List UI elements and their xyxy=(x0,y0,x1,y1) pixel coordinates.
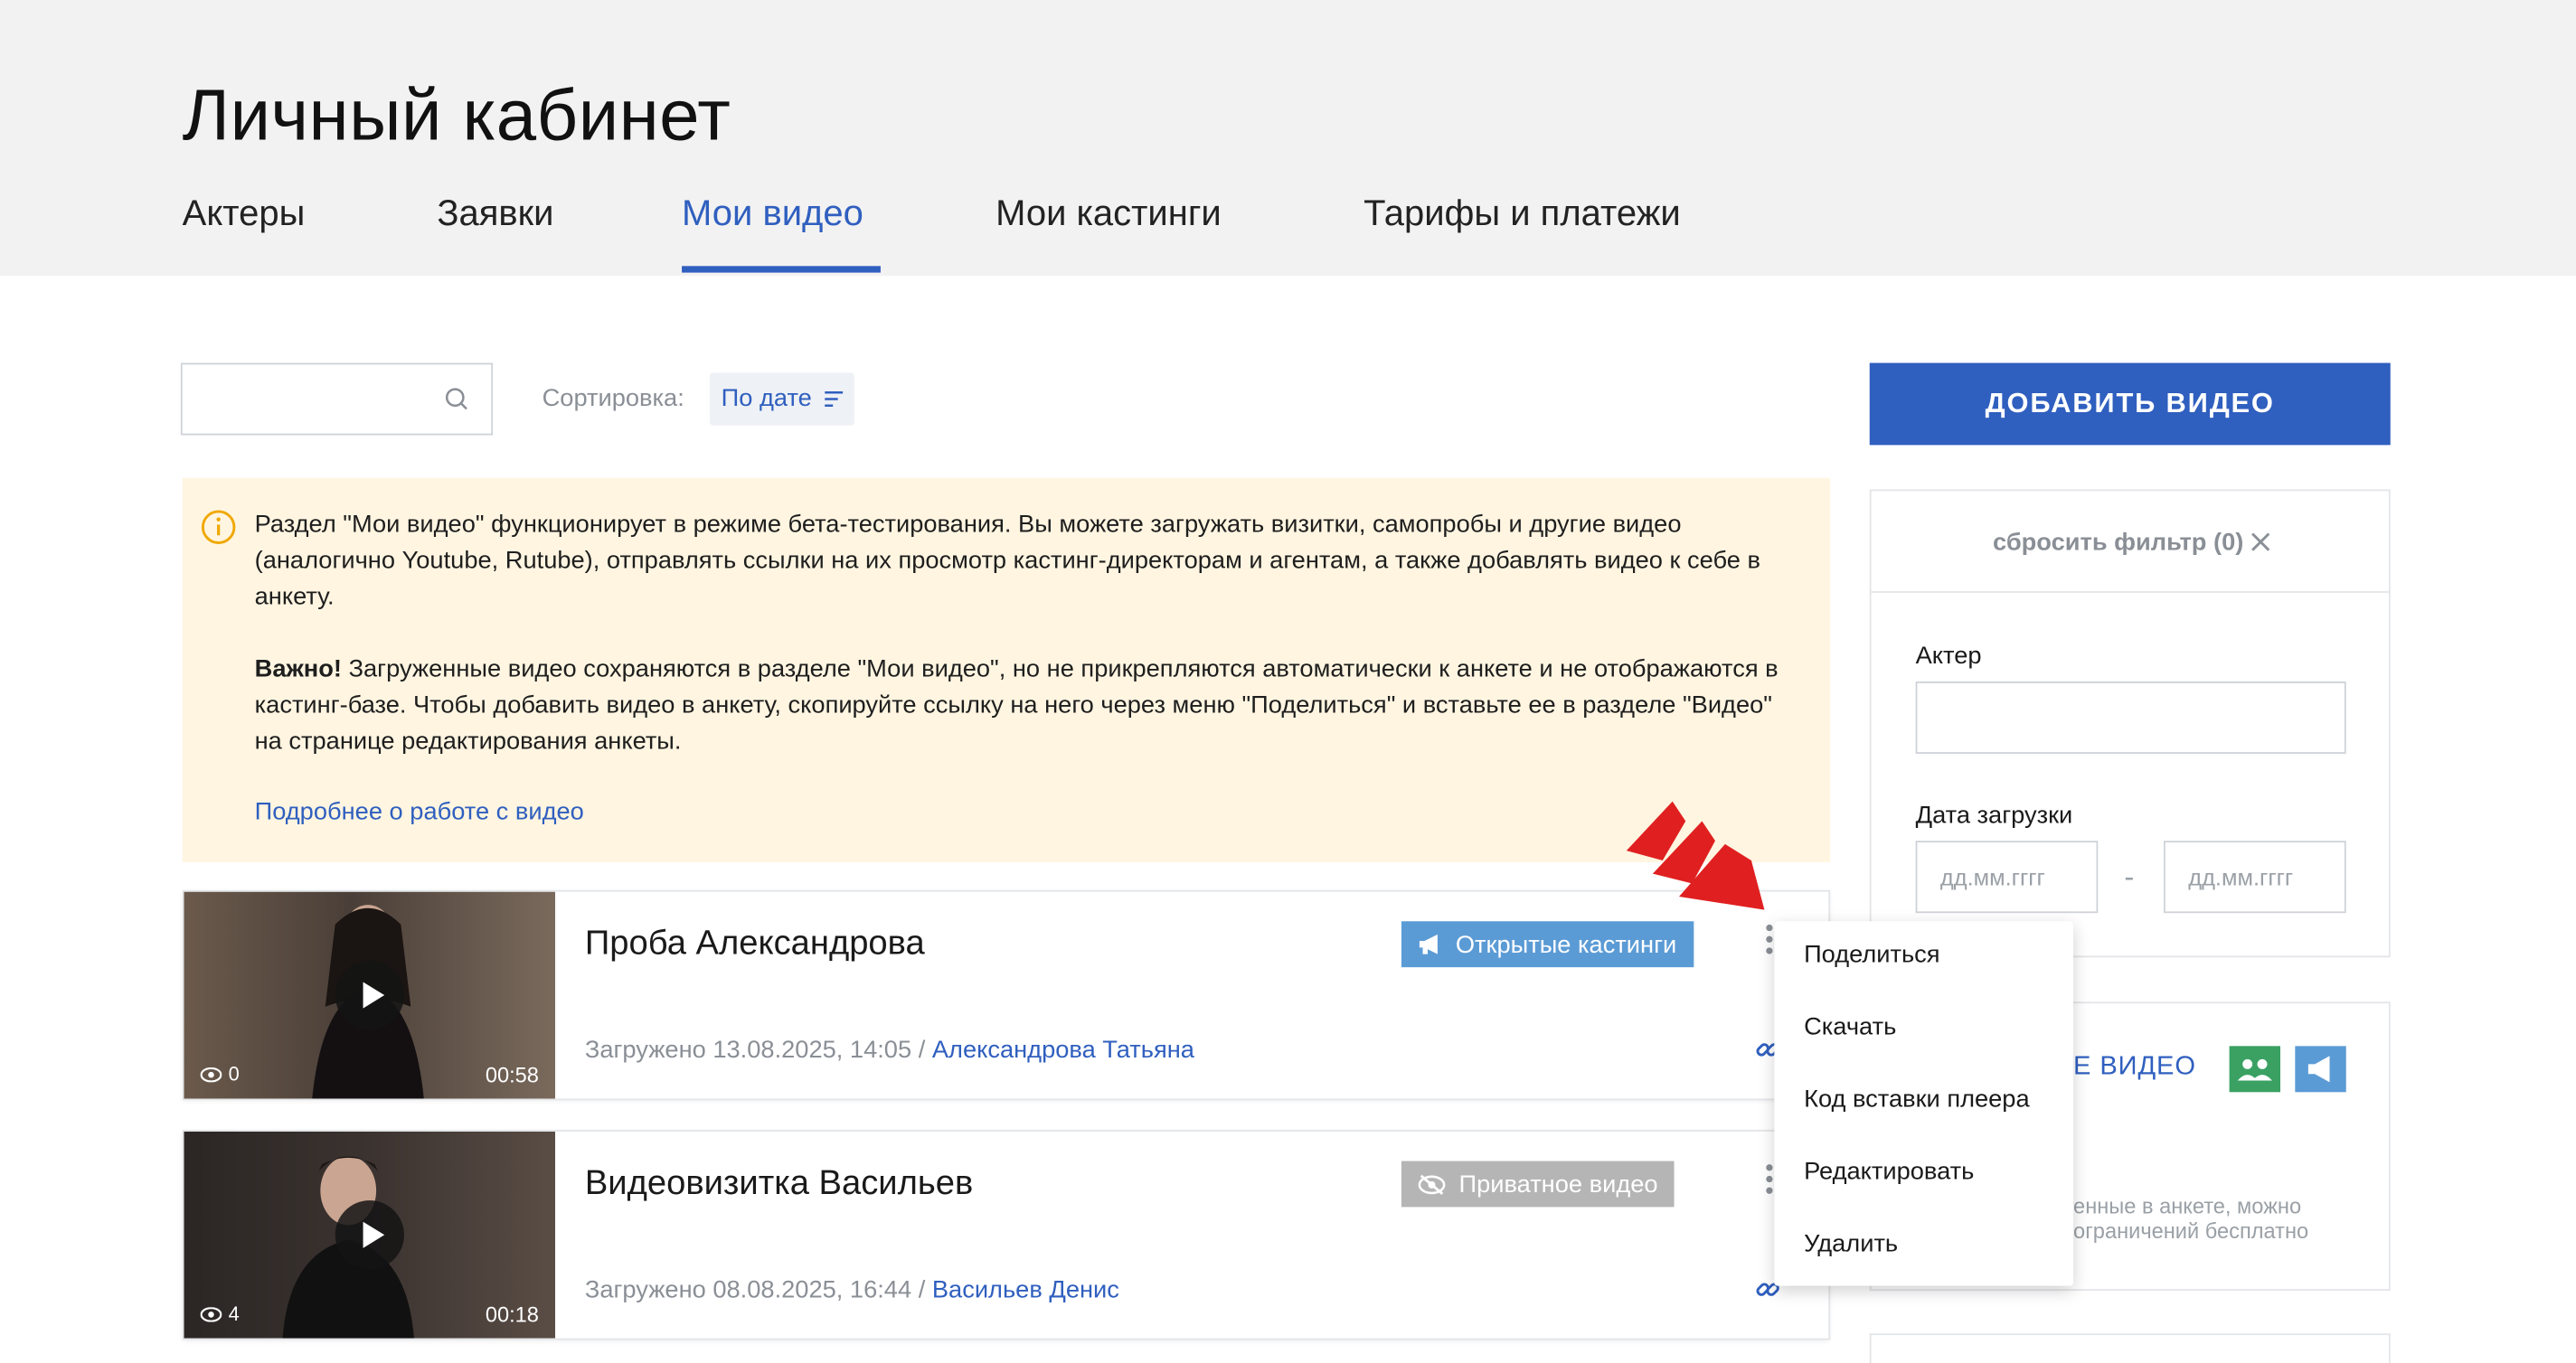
annotation-arrows-icon xyxy=(1626,801,1765,910)
filter-reset-row: сбросить фильтр (0) xyxy=(1871,491,2389,593)
date-from-input[interactable]: дд.мм.гггг xyxy=(1915,841,2099,914)
users-icon[interactable] xyxy=(2229,1046,2280,1093)
menu-item-embed-code[interactable]: Код вставки плеера xyxy=(1804,1086,2030,1114)
reset-filter-button[interactable]: сбросить фильтр (0) xyxy=(1993,529,2243,557)
play-button[interactable] xyxy=(335,1200,404,1270)
menu-item-edit[interactable]: Редактировать xyxy=(1804,1158,1974,1186)
banner-important-label: Важно! xyxy=(254,654,342,683)
menu-item-share[interactable]: Поделиться xyxy=(1804,941,1940,969)
sidebar-card-partial xyxy=(1869,1333,2391,1363)
view-count-value: 0 xyxy=(228,1062,240,1086)
stage: Личный кабинет Актеры Заявки Мои видео М… xyxy=(0,0,2576,1363)
tab-actors[interactable]: Актеры xyxy=(183,193,306,235)
date-range-separator: - xyxy=(2124,860,2135,894)
view-count: 4 xyxy=(200,1302,240,1326)
play-button[interactable] xyxy=(335,960,404,1030)
sort-button[interactable]: По дате xyxy=(709,372,854,426)
video-row: 4 00:18 Видеовизитка Васильев Приватное … xyxy=(182,1130,1831,1340)
status-badge-private: Приватное видео xyxy=(1401,1161,1675,1208)
video-duration: 00:18 xyxy=(485,1302,539,1328)
actor-input[interactable] xyxy=(1915,682,2346,754)
video-thumbnail[interactable]: 4 00:18 xyxy=(184,1131,556,1339)
view-count: 0 xyxy=(200,1062,240,1086)
active-tab-indicator xyxy=(682,266,881,273)
video-options-menu: Поделиться Скачать Код вставки плеера Ре… xyxy=(1774,921,2074,1286)
upload-date: Загружено 13.08.2025, 14:05 / xyxy=(584,1036,926,1065)
video-thumbnail[interactable]: 0 00:58 xyxy=(184,891,556,1099)
eye-icon xyxy=(200,1067,222,1082)
banner-paragraph-1: Раздел "Мои видео" функционирует в режим… xyxy=(254,511,1761,611)
tab-tariffs-payments[interactable]: Тарифы и платежи xyxy=(1363,193,1681,235)
add-video-button[interactable]: ДОБАВИТЬ ВИДЕО xyxy=(1869,362,2391,446)
header: Личный кабинет Актеры Заявки Мои видео М… xyxy=(0,0,2576,277)
page-title: Личный кабинет xyxy=(182,75,731,156)
sort-value: По дате xyxy=(721,384,812,413)
date-to-input[interactable]: дд.мм.гггг xyxy=(2163,841,2346,914)
eye-slash-icon xyxy=(1418,1173,1446,1195)
sort-icon xyxy=(825,390,844,408)
video-duration: 00:58 xyxy=(485,1062,539,1087)
eye-icon xyxy=(200,1306,222,1321)
video-info-note: енные в анкете, можно ограничений бесплат… xyxy=(2073,1194,2385,1244)
banner-important-text: Загруженные видео сохраняются в разделе … xyxy=(254,654,1779,756)
video-title[interactable]: Проба Александрова xyxy=(585,925,925,964)
status-badge-label: Открытые кастинги xyxy=(1455,930,1677,959)
sort-label: Сортировка: xyxy=(542,384,684,413)
play-icon xyxy=(363,982,385,1009)
video-help-link[interactable]: Подробнее о работе с видео xyxy=(255,798,584,826)
video-row: 0 00:58 Проба Александрова Открытые каст… xyxy=(182,889,1831,1101)
tab-my-videos[interactable]: Мои видео xyxy=(682,193,863,235)
megaphone-icon[interactable] xyxy=(2295,1046,2346,1093)
filter-panel: сбросить фильтр (0) Актер Дата загрузки … xyxy=(1869,489,2391,958)
upload-date-label: Дата загрузки xyxy=(1915,801,2073,830)
banner-paragraph-2: Важно! Загруженные видео сохраняются в р… xyxy=(255,652,1799,760)
menu-item-delete[interactable]: Удалить xyxy=(1804,1230,1898,1258)
tab-my-castings[interactable]: Мои кастинги xyxy=(995,193,1222,235)
status-badge-label: Приватное видео xyxy=(1458,1170,1658,1198)
play-icon xyxy=(363,1221,385,1248)
megaphone-icon xyxy=(1419,934,1438,954)
actor-label: Актер xyxy=(1915,642,1982,671)
author-link[interactable]: Александрова Татьяна xyxy=(932,1036,1194,1064)
video-info-note-line-2: ограничений бесплатно xyxy=(2073,1218,2309,1244)
video-info-note-line-1: енные в анкете, можно xyxy=(2073,1193,2302,1219)
page: Личный кабинет Актеры Заявки Мои видео М… xyxy=(0,0,2576,1363)
view-count-value: 4 xyxy=(228,1302,240,1326)
status-badge-open-castings: Открытые кастинги xyxy=(1401,921,1694,968)
video-meta: Загружено 13.08.2025, 14:05 / Александро… xyxy=(585,1036,1194,1064)
video-title[interactable]: Видеовизитка Васильев xyxy=(585,1164,973,1204)
info-banner: Раздел "Мои видео" функционирует в режим… xyxy=(182,477,1831,862)
author-link[interactable]: Васильев Денис xyxy=(932,1276,1119,1304)
video-info-link[interactable]: Е ВИДЕО xyxy=(2073,1053,2196,1083)
upload-date: Загружено 08.08.2025, 16:44 / xyxy=(584,1275,926,1304)
search-icon[interactable] xyxy=(444,386,470,412)
info-icon xyxy=(201,510,236,544)
tab-requests[interactable]: Заявки xyxy=(437,193,553,235)
menu-item-download[interactable]: Скачать xyxy=(1804,1013,1896,1041)
close-icon[interactable] xyxy=(2249,531,2271,553)
video-meta: Загружено 08.08.2025, 16:44 / Васильев Д… xyxy=(585,1276,1119,1304)
